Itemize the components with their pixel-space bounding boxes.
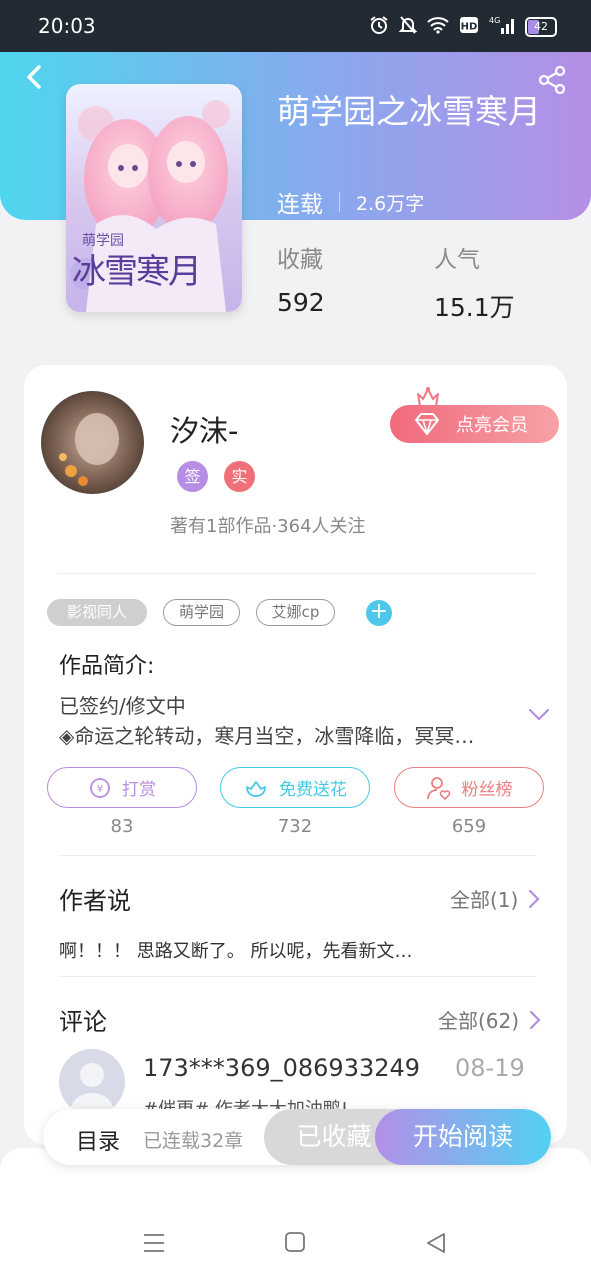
author-says-more-label: 全部(1) (450, 888, 519, 912)
chevron-right-icon (529, 1010, 541, 1029)
flower-icon (246, 780, 266, 797)
stat-value: 592 (277, 288, 325, 317)
book-meta: 连载 2.6万字 (277, 185, 424, 219)
author-name[interactable]: 汐沫- (170, 408, 238, 450)
word-count: 2.6万字 (356, 192, 425, 215)
divider (58, 573, 536, 574)
toc-button[interactable]: 目录 (76, 1124, 120, 1156)
author-says-text[interactable]: 啊！！！ 思路又断了。 所以呢，先看新文… (59, 937, 412, 963)
battery-icon: 42 (525, 17, 557, 37)
fans-icon (426, 776, 450, 800)
svg-text:4G: 4G (489, 16, 500, 25)
tag-chip[interactable]: 萌学园 (163, 599, 240, 626)
intro-title: 作品简介: (59, 654, 155, 679)
author-says-title: 作者说 (59, 887, 131, 915)
status-icons: HD 4G 42 (369, 15, 557, 39)
menu-icon[interactable] (143, 1232, 165, 1258)
chevron-down-icon (528, 708, 550, 721)
comments-title: 评论 (59, 1008, 107, 1036)
reward-count: 83 (110, 816, 134, 837)
author-follow-info: 著有1部作品·364人关注 (170, 516, 366, 537)
chapter-count: 已连载32章 (143, 1130, 244, 1152)
signal-4g-icon: 4G (489, 15, 515, 39)
reward-label: 打赏 (122, 780, 156, 800)
cover-title: 冰雪寒月 (72, 252, 202, 292)
fans-rank-button[interactable]: 粉丝榜 (394, 767, 544, 808)
mute-icon (398, 15, 418, 39)
vip-button[interactable]: 点亮会员 (390, 405, 559, 443)
signed-badge: 签 (177, 461, 208, 492)
send-flower-button[interactable]: 免费送花 (220, 767, 370, 808)
comments-more-link[interactable]: 全部(62) (438, 1005, 541, 1034)
start-reading-button[interactable]: 开始阅读 (375, 1109, 551, 1165)
tag-chip[interactable]: 艾娜cp (256, 599, 335, 626)
chevron-left-icon (27, 65, 41, 89)
stat-label: 收藏 (277, 247, 323, 273)
svg-text:HD: HD (461, 22, 478, 33)
commenter-avatar[interactable] (59, 1049, 125, 1115)
author-says-more-link[interactable]: 全部(1) (450, 884, 540, 913)
book-cover[interactable]: 萌学园 冰雪寒月 (66, 84, 242, 312)
stat-label: 人气 (434, 247, 480, 273)
fans-count: 659 (451, 816, 487, 837)
back-nav-icon[interactable] (426, 1232, 446, 1258)
diamond-icon (414, 412, 440, 441)
plus-icon: + (369, 599, 389, 624)
default-avatar-icon (69, 1063, 115, 1115)
alarm-icon (369, 15, 389, 39)
intro-line: ◈命运之轮转动，寒月当空，冰雪降临，冥冥… (59, 724, 475, 748)
comment-username[interactable]: 173***369_086933249 (143, 1054, 420, 1082)
stat-collect: 收藏 592 (277, 240, 325, 317)
comment-date: 08-19 (455, 1054, 525, 1082)
reward-icon: ¥ (90, 777, 110, 798)
stat-popularity: 人气 15.1万 (434, 240, 515, 324)
svg-text:¥: ¥ (97, 784, 103, 795)
stat-value: 15.1万 (434, 293, 515, 322)
home-icon[interactable] (285, 1232, 305, 1256)
fans-rank-label: 粉丝榜 (461, 780, 513, 800)
divider (58, 976, 536, 977)
status-bar: 20:03 HD 4G 42 (0, 0, 591, 52)
flower-count: 732 (277, 816, 313, 837)
expand-intro-button[interactable] (528, 706, 550, 726)
verified-badge: 实 (224, 461, 255, 492)
intro-line: 已签约/修文中 (59, 694, 186, 718)
status-time: 20:03 (38, 14, 96, 38)
bottom-action-bar: 目录 已连载32章 已收藏 开始阅读 (43, 1109, 551, 1165)
hd-icon: HD (459, 15, 479, 39)
wifi-icon (427, 16, 449, 38)
add-tag-button[interactable]: + (366, 600, 392, 626)
chevron-right-icon (529, 889, 540, 908)
send-flower-label: 免费送花 (279, 780, 347, 800)
system-nav-bar (0, 1212, 591, 1280)
tag-chip[interactable]: 影视同人 (47, 599, 147, 626)
author-avatar[interactable] (41, 391, 144, 494)
reward-button[interactable]: ¥ 打赏 (47, 767, 197, 808)
vip-label: 点亮会员 (456, 415, 528, 436)
serial-status: 连载 (277, 192, 323, 218)
divider (58, 855, 536, 856)
meta-divider (339, 192, 340, 212)
back-button[interactable] (20, 62, 50, 92)
comments-more-label: 全部(62) (438, 1009, 520, 1033)
book-title: 萌学园之冰雪寒月 (277, 92, 541, 131)
